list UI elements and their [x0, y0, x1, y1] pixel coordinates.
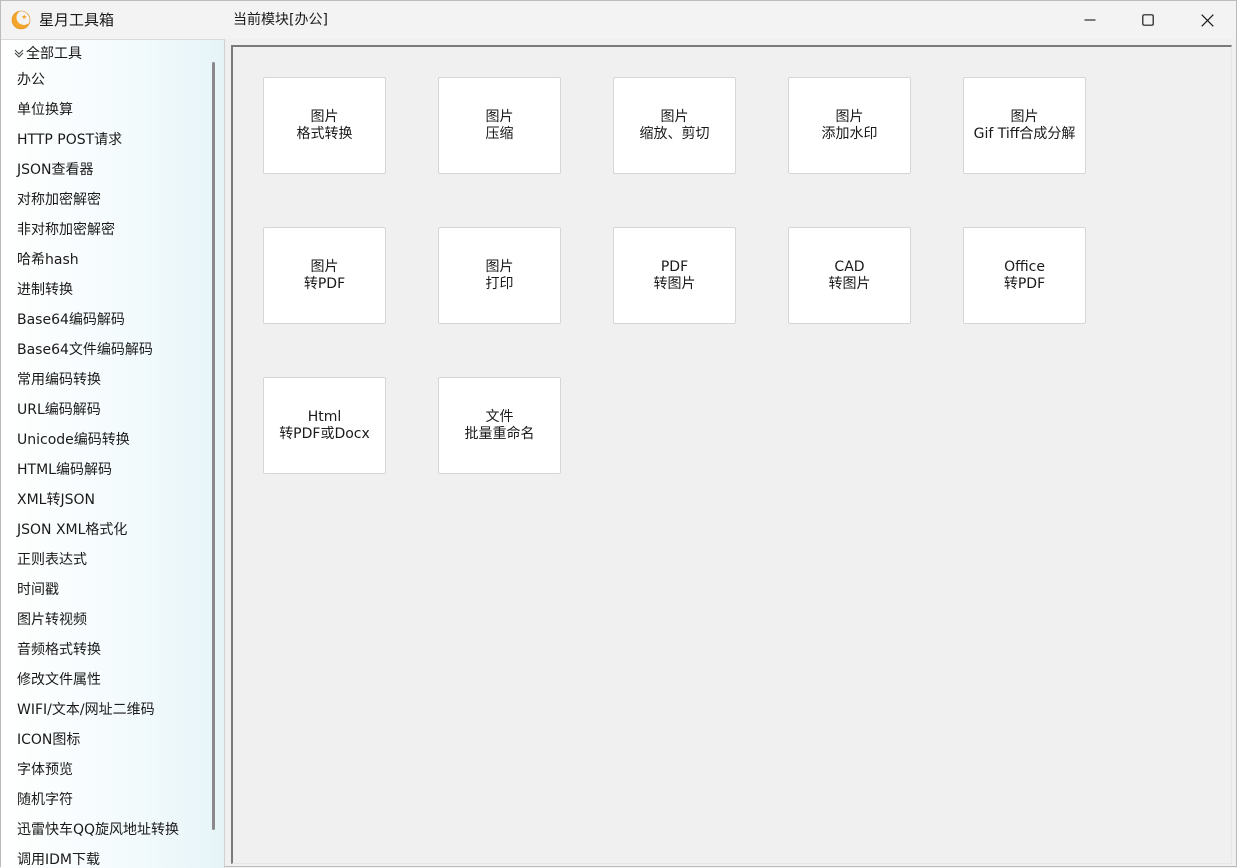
current-module-title: 当前模块[办公] — [233, 12, 328, 28]
tool-tile-action: 转图片 — [828, 275, 871, 292]
tool-tile-action: 格式转换 — [296, 125, 353, 142]
sidebar-tool-item[interactable]: 哈希hash — [17, 246, 79, 274]
sidebar-tool-item[interactable]: ICON图标 — [17, 726, 80, 754]
tool-tile-category: 图片 — [310, 258, 339, 275]
sidebar-tool-item[interactable]: 非对称加密解密 — [17, 216, 115, 244]
tool-tile-action: 转PDF — [1003, 275, 1046, 292]
app-title: 星月工具箱 — [39, 11, 115, 29]
sidebar-tool-item[interactable]: Unicode编码转换 — [17, 426, 130, 454]
sidebar-tool-item[interactable]: 字体预览 — [17, 756, 73, 784]
sidebar-tool-item[interactable]: 音频格式转换 — [17, 636, 101, 664]
tool-tile-category: Html — [307, 408, 342, 425]
tool-tile-action: 缩放、剪切 — [639, 125, 710, 142]
sidebar-tool-item[interactable]: 办公 — [17, 66, 45, 94]
sidebar-tool-item[interactable]: Base64编码解码 — [17, 306, 125, 334]
tool-tile-category: 图片 — [310, 108, 339, 125]
tool-tile-action: 批量重命名 — [464, 425, 535, 442]
tool-tile-action: 转PDF — [303, 275, 346, 292]
minimize-icon — [1084, 19, 1096, 21]
moon-star-logo-icon — [11, 10, 32, 30]
sidebar-tool-item[interactable]: 迅雷快车QQ旋风地址转换 — [17, 816, 179, 844]
sidebar-tool-item[interactable]: 正则表达式 — [17, 546, 87, 574]
tool-tile-action: 转PDF或Docx — [279, 425, 370, 442]
tool-tile-button[interactable]: 图片 打印 — [438, 227, 561, 324]
close-icon — [1200, 13, 1214, 27]
app-window: 星月工具箱 当前模块[办公] 全部工具 办公 单位换算 HTTP POST请求 JSO… — [0, 0, 1237, 868]
tool-grid-panel: 图片 格式转换 图片 压缩 图片 缩放、剪切 图片 添加水印 图片 Gif Tiff合成分解 图片转… — [231, 45, 1232, 864]
title-bar: 星月工具箱 当前模块[办公] — [1, 1, 1236, 39]
sidebar-tool-item[interactable]: 时间戳 — [17, 576, 59, 604]
sidebar-tool-item[interactable]: JSON XML格式化 — [17, 516, 127, 544]
sidebar-tool-item[interactable]: Base64文件编码解码 — [17, 336, 153, 364]
tool-tile-action: Gif Tiff合成分解 — [973, 125, 1076, 142]
tool-tile-button[interactable]: CAD 转图片 — [788, 227, 911, 324]
tree-root-all-tools[interactable]: 全部工具 — [13, 43, 82, 63]
tool-tile-category: 图片 — [485, 258, 514, 275]
tool-tile-action: 转图片 — [653, 275, 696, 292]
sidebar-tool-item[interactable]: WIFI/文本/网址二维码 — [17, 696, 155, 724]
tool-tile-button[interactable]: 图片 压缩 — [438, 77, 561, 174]
sidebar-tool-item[interactable]: 常用编码转换 — [17, 366, 101, 394]
tool-tile-action: 打印 — [485, 275, 514, 292]
tool-tile-button[interactable]: 图片 转PDF — [263, 227, 386, 324]
maximize-button[interactable] — [1119, 1, 1177, 39]
maximize-icon — [1142, 14, 1154, 26]
sidebar-tool-item[interactable]: 进制转换 — [17, 276, 73, 304]
tree-root-label: 全部工具 — [26, 46, 82, 62]
sidebar-tool-item[interactable]: 随机字符 — [17, 786, 73, 814]
sidebar-scrollbar-thumb[interactable] — [212, 62, 215, 830]
tool-tile-button[interactable]: Html 转PDF或Docx — [263, 377, 386, 474]
close-button[interactable] — [1178, 1, 1236, 39]
tool-tile-category: CAD — [834, 258, 865, 275]
tool-tile-button[interactable]: 图片 Gif Tiff合成分解 — [963, 77, 1086, 174]
tool-tile-category: 图片 — [485, 108, 514, 125]
sidebar-tool-item[interactable]: 图片转视频 — [17, 606, 87, 634]
sidebar-tool-item[interactable]: XML转JSON — [17, 486, 95, 514]
tool-tile-category: PDF — [660, 258, 689, 275]
sidebar-tool-item[interactable]: HTML编码解码 — [17, 456, 112, 484]
sidebar-tool-item[interactable]: JSON查看器 — [17, 156, 94, 184]
sidebar-tool-item[interactable]: 修改文件属性 — [17, 666, 101, 694]
minimize-button[interactable] — [1061, 1, 1119, 39]
tool-tile-button[interactable]: 图片 缩放、剪切 — [613, 77, 736, 174]
chevron-down-icon — [14, 49, 24, 58]
tool-tile-button[interactable]: Office 转PDF — [963, 227, 1086, 324]
tool-tile-category: 图片 — [835, 108, 864, 125]
sidebar-tool-item[interactable]: 对称加密解密 — [17, 186, 101, 214]
sidebar-tool-item[interactable]: 单位换算 — [17, 96, 73, 124]
tool-tree-sidebar: 全部工具 办公 单位换算 HTTP POST请求 JSON查看器 对称加密解密 非对称加密… — [1, 39, 225, 868]
tool-tile-category: 图片 — [1010, 108, 1039, 125]
sidebar-tool-item[interactable]: URL编码解码 — [17, 396, 101, 424]
tool-tile-button[interactable]: PDF 转图片 — [613, 227, 736, 324]
tool-tile-action: 添加水印 — [821, 125, 878, 142]
tool-tile-button[interactable]: 图片 格式转换 — [263, 77, 386, 174]
tool-tile-button[interactable]: 图片 添加水印 — [788, 77, 911, 174]
sidebar-tool-item[interactable]: HTTP POST请求 — [17, 126, 122, 154]
sidebar-tool-item[interactable]: 调用IDM下载 — [17, 846, 100, 868]
tool-tile-category: 文件 — [485, 408, 514, 425]
tool-tile-button[interactable]: 文件 批量重命名 — [438, 377, 561, 474]
tool-tile-category: 图片 — [660, 108, 689, 125]
tool-tile-action: 压缩 — [485, 125, 514, 142]
tool-tile-category: Office — [1004, 258, 1045, 275]
